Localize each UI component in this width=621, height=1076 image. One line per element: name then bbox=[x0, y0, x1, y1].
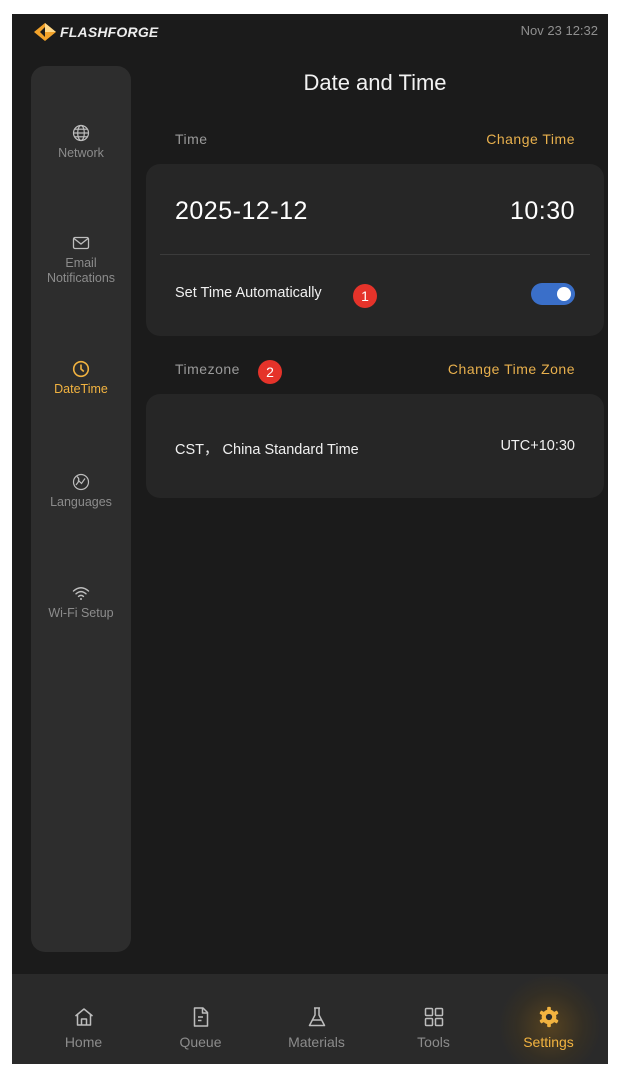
sidebar-item-label: Wi-Fi Setup bbox=[48, 606, 114, 620]
mail-icon bbox=[72, 236, 90, 250]
languages-icon bbox=[72, 473, 90, 491]
device-screen: FLASHFORGE Nov 23 12:32 Network Email No… bbox=[12, 14, 608, 1064]
nav-label: Home bbox=[64, 1034, 103, 1050]
sidebar-item-wifi-setup[interactable]: Wi-Fi Setup bbox=[31, 584, 131, 621]
wifi-icon bbox=[72, 587, 90, 600]
sidebar-item-label: Network bbox=[58, 146, 104, 160]
nav-queue[interactable]: Queue bbox=[141, 974, 260, 1064]
nav-label: Tools bbox=[417, 1034, 450, 1050]
time-card: 2025-12-12 10:30 Set Time Automatically … bbox=[146, 164, 604, 336]
sidebar-item-label: DateTime bbox=[54, 382, 108, 396]
current-date: 2025-12-12 bbox=[175, 197, 308, 225]
gear-icon bbox=[539, 1006, 558, 1028]
timezone-offset: UTC+10:30 bbox=[500, 438, 575, 454]
nav-home[interactable]: Home bbox=[24, 974, 143, 1064]
nav-materials[interactable]: Materials bbox=[257, 974, 376, 1064]
page-title: Date and Time bbox=[303, 70, 447, 95]
flask-icon bbox=[308, 1007, 325, 1027]
annotation-badge: 1 bbox=[353, 284, 377, 308]
current-time: 10:30 bbox=[509, 197, 575, 225]
sidebar-item-network[interactable]: Network bbox=[31, 124, 131, 161]
auto-time-toggle[interactable] bbox=[531, 283, 575, 305]
annotation-badge: 2 bbox=[258, 360, 282, 384]
sidebar-item-label: Languages bbox=[50, 495, 112, 509]
toggle-knob bbox=[557, 287, 571, 301]
timezone-card: CST， China Standard Time UTC+10:30 bbox=[146, 394, 604, 498]
timezone-name: CST， China Standard Time bbox=[175, 442, 359, 458]
divider bbox=[160, 254, 590, 255]
status-bar: FLASHFORGE Nov 23 12:32 bbox=[12, 14, 608, 50]
sidebar-item-languages[interactable]: Languages bbox=[31, 473, 131, 510]
time-section-label: Time bbox=[175, 131, 208, 147]
sidebar-item-label: Email Notifications bbox=[46, 256, 116, 285]
set-time-automatically-label: Set Time Automatically bbox=[175, 285, 322, 301]
nav-label: Settings bbox=[523, 1034, 574, 1050]
settings-sidebar: Network Email Notifications DateTime Lan… bbox=[31, 66, 131, 952]
document-icon bbox=[193, 1007, 208, 1027]
home-icon bbox=[74, 1008, 93, 1026]
grid-icon bbox=[424, 1007, 443, 1027]
change-timezone-link[interactable]: Change Time Zone bbox=[448, 361, 575, 377]
status-clock: Nov 23 12:32 bbox=[520, 23, 598, 38]
change-time-link[interactable]: Change Time bbox=[486, 131, 575, 147]
brand-name: FLASHFORGE bbox=[60, 24, 159, 40]
nav-label: Materials bbox=[288, 1034, 345, 1050]
nav-label: Queue bbox=[179, 1034, 222, 1050]
sidebar-item-email-notifications[interactable]: Email Notifications bbox=[31, 234, 131, 286]
clock-icon bbox=[72, 360, 90, 378]
nav-settings[interactable]: Settings bbox=[489, 974, 608, 1064]
timezone-section-label: Timezone bbox=[175, 361, 240, 377]
brand-logo: FLASHFORGE bbox=[34, 23, 158, 41]
globe-icon bbox=[72, 124, 90, 142]
sidebar-item-datetime[interactable]: DateTime bbox=[31, 360, 131, 397]
nav-tools[interactable]: Tools bbox=[374, 974, 493, 1064]
flashforge-logo-icon bbox=[34, 23, 56, 41]
bottom-navigation: Home Queue Materials Tools Settings bbox=[12, 974, 608, 1064]
